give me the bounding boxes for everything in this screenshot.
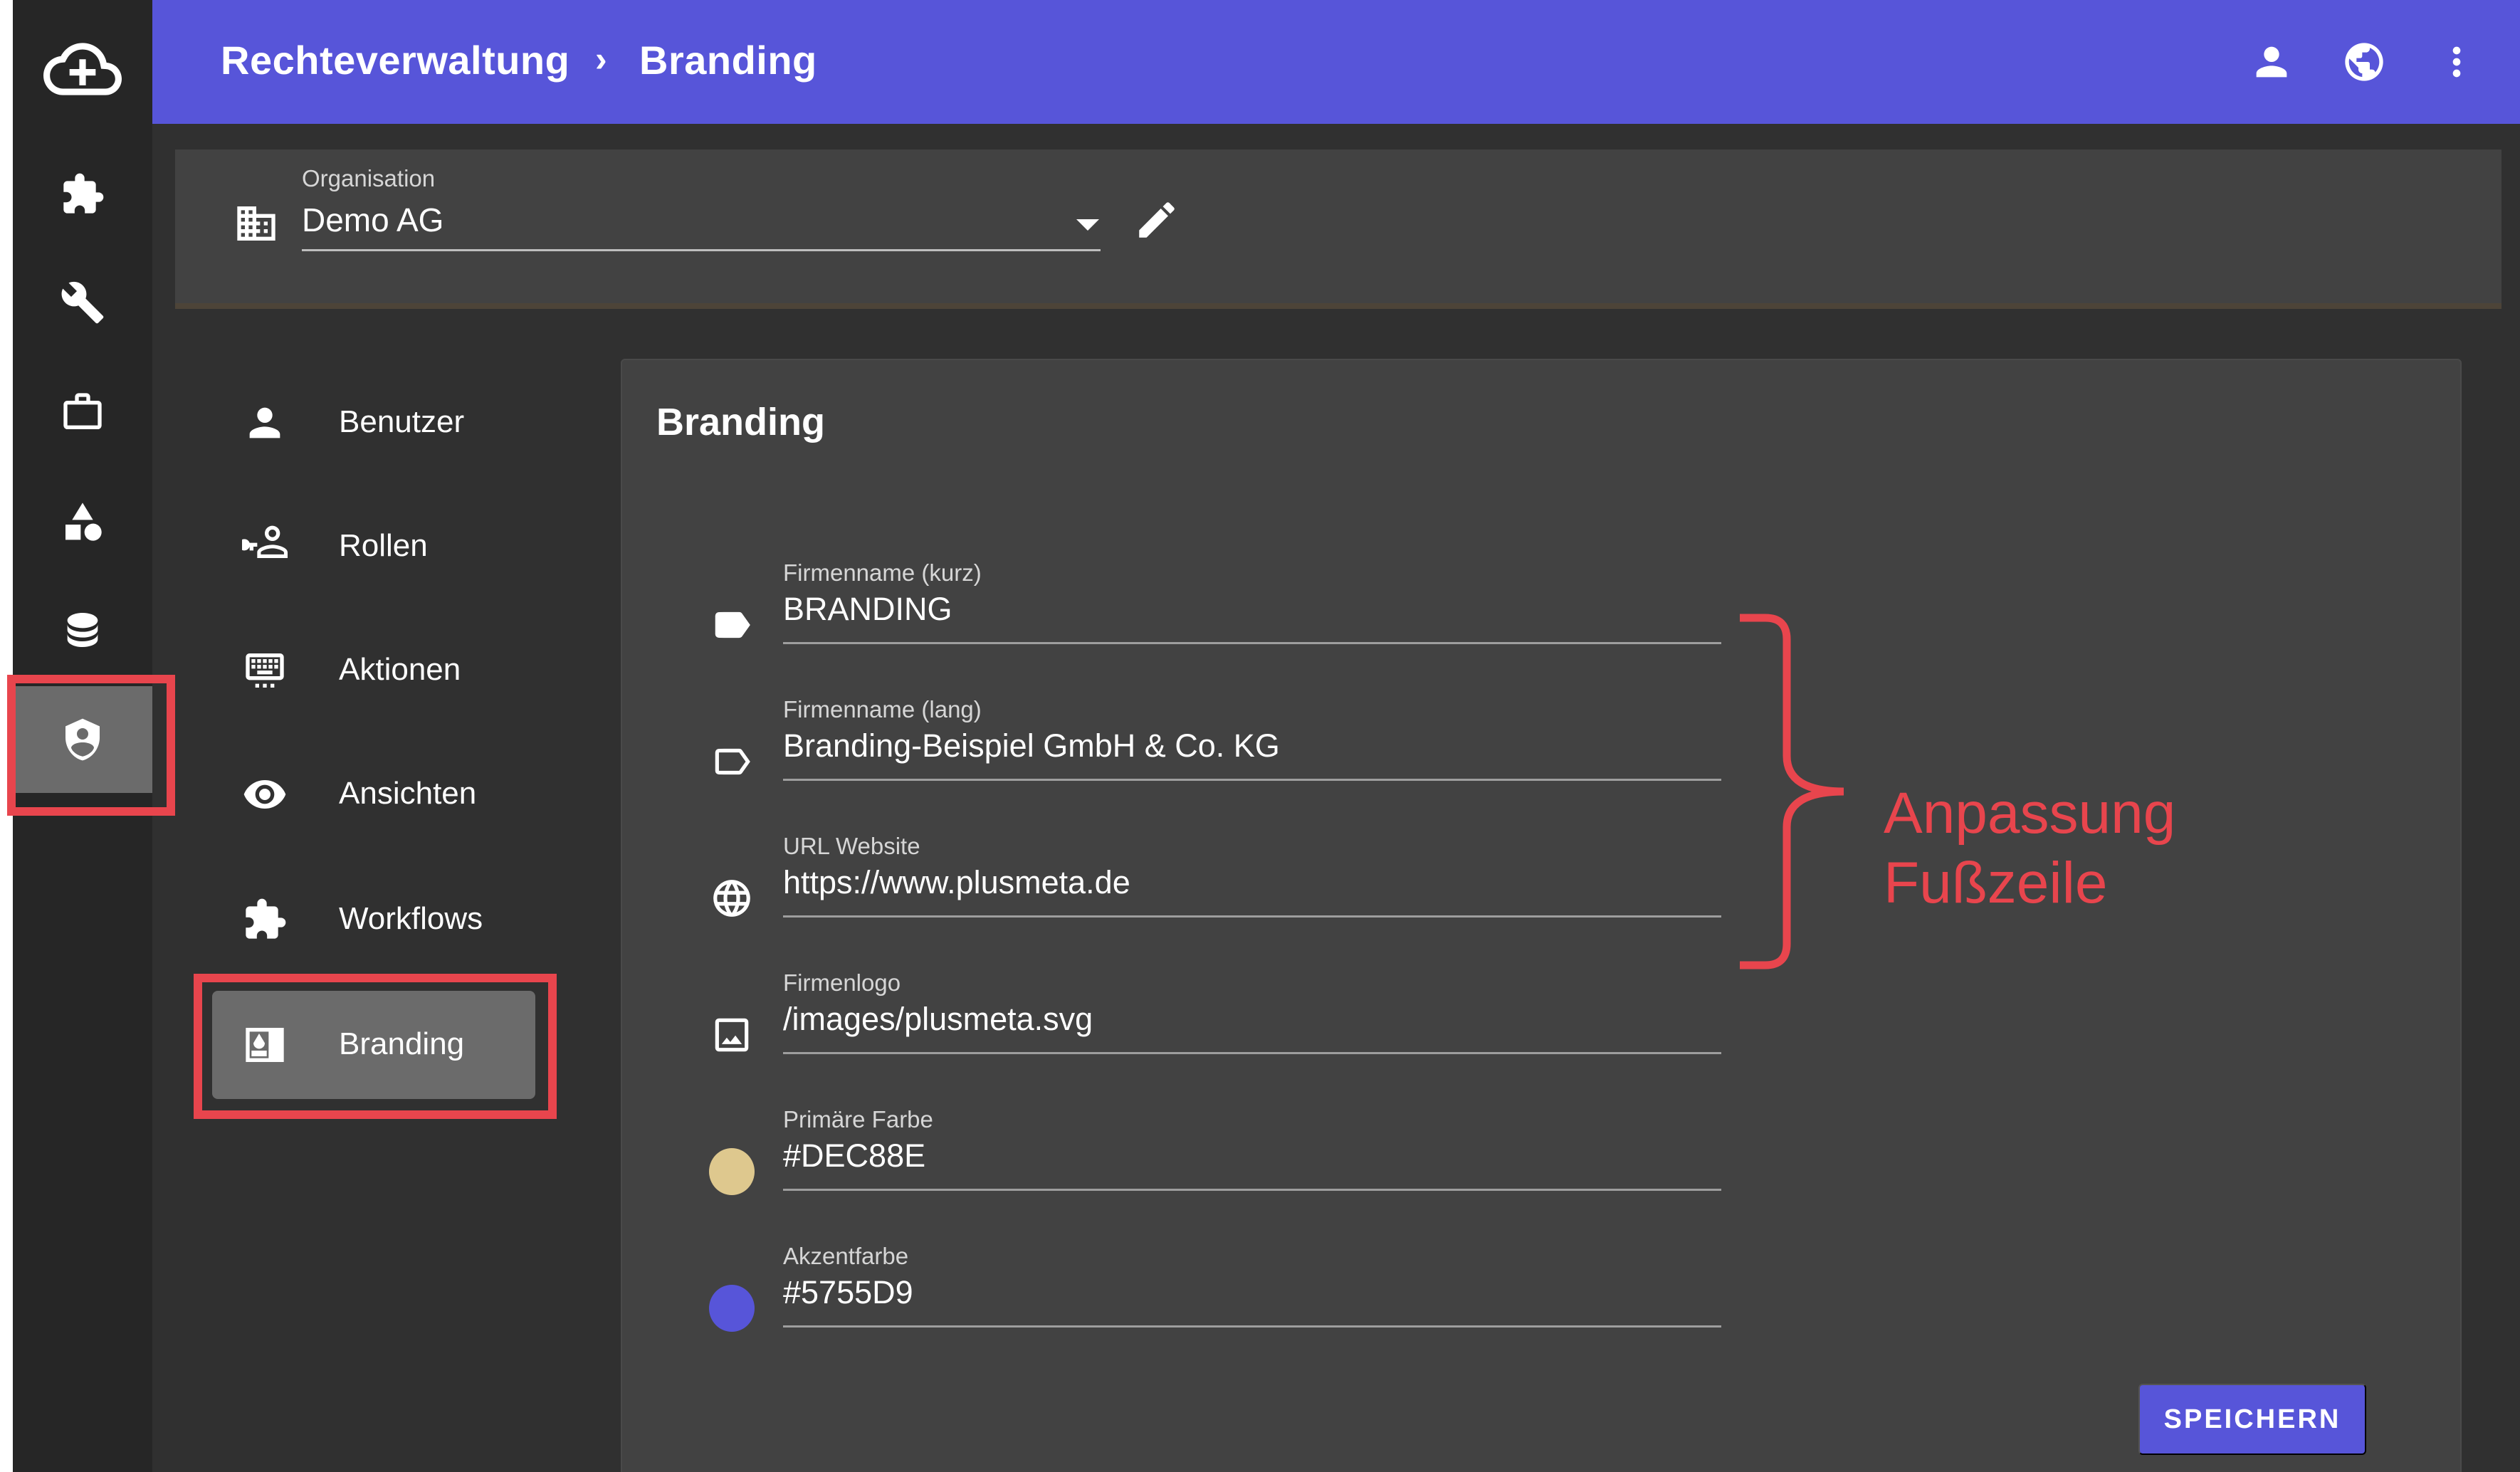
field-firmenname-lang: Firmenname (lang) Branding-Beispiel GmbH… xyxy=(709,696,1763,810)
field-underline xyxy=(783,915,1721,918)
highlight-rail-active xyxy=(7,675,175,816)
account-icon xyxy=(242,400,288,446)
organization-select[interactable]: Demo AG xyxy=(302,201,443,239)
annotation-line: Fußzeile xyxy=(1884,851,2108,915)
field-underline xyxy=(783,1052,1721,1054)
breadcrumb-item-branding: Branding xyxy=(639,38,817,83)
cloud-upload-logo-icon[interactable] xyxy=(13,16,152,122)
database-icon[interactable] xyxy=(13,577,152,683)
field-label: URL Website xyxy=(783,833,920,859)
card-title: Branding xyxy=(656,401,825,443)
field-underline xyxy=(783,779,1721,781)
pencil-icon[interactable] xyxy=(1133,196,1180,243)
label-outline-icon xyxy=(709,739,755,784)
breadcrumb-item-rechteverwaltung[interactable]: Rechteverwaltung xyxy=(221,37,569,83)
field-primaere-farbe: Primäre Farbe #DEC88E xyxy=(709,1106,1763,1220)
puzzle-icon[interactable] xyxy=(13,141,152,248)
organization-underline xyxy=(302,249,1101,251)
wrench-icon[interactable] xyxy=(13,249,152,356)
account-icon[interactable] xyxy=(2247,37,2296,87)
curly-brace-icon xyxy=(1740,614,1844,969)
account-key-icon xyxy=(238,524,288,569)
field-label: Primäre Farbe xyxy=(783,1106,933,1132)
divider xyxy=(175,303,2501,309)
briefcase-icon[interactable] xyxy=(13,359,152,466)
breadcrumb-separator: › xyxy=(595,39,607,79)
menu-item-label: Workflows xyxy=(339,901,483,936)
firmenlogo-input[interactable]: /images/plusmeta.svg xyxy=(783,1001,1093,1038)
menu-item-aktionen[interactable]: Aktionen xyxy=(212,616,535,725)
annotation-text: Anpassung Fußzeile xyxy=(1884,779,2175,918)
image-icon xyxy=(709,1012,755,1058)
field-firmenlogo: Firmenlogo /images/plusmeta.svg xyxy=(709,969,1763,1083)
menu-item-label: Rollen xyxy=(339,528,428,563)
field-label: Akzentfarbe xyxy=(783,1243,909,1269)
menu-item-label: Benutzer xyxy=(339,404,465,439)
menu-item-label: Aktionen xyxy=(339,652,461,687)
keyboard-icon xyxy=(242,648,288,693)
puzzle-icon xyxy=(242,897,288,942)
field-label: Firmenname (lang) xyxy=(783,696,982,722)
menu-item-benutzer[interactable]: Benutzer xyxy=(212,369,535,477)
field-url-website: URL Website https://www.plusmeta.de xyxy=(709,833,1763,947)
field-akzentfarbe: Akzentfarbe #5755D9 xyxy=(709,1243,1763,1357)
field-label: Firmenlogo xyxy=(783,969,901,996)
color-swatch[interactable] xyxy=(709,1148,755,1195)
menu-item-workflows[interactable]: Workflows xyxy=(212,866,535,974)
organization-label: Organisation xyxy=(302,165,436,191)
firmenname-lang-input[interactable]: Branding-Beispiel GmbH & Co. KG xyxy=(783,727,1280,764)
shapes-icon[interactable] xyxy=(13,468,152,575)
save-button[interactable]: SPEICHERN xyxy=(2138,1384,2366,1455)
app-window: Rechteverwaltung › Branding Organisation… xyxy=(13,0,2520,1472)
akzentfarbe-input[interactable]: #5755D9 xyxy=(783,1274,913,1311)
url-website-input[interactable]: https://www.plusmeta.de xyxy=(783,864,1130,901)
domain-icon xyxy=(233,201,279,246)
field-underline xyxy=(783,642,1721,644)
annotation-line: Anpassung xyxy=(1884,781,2176,846)
label-icon xyxy=(709,602,755,648)
globe-icon[interactable] xyxy=(2339,37,2389,87)
menu-item-ansichten[interactable]: Ansichten xyxy=(212,740,535,848)
organization-panel: Organisation Demo AG xyxy=(175,149,2501,305)
menu-item-label: Ansichten xyxy=(339,776,477,811)
firmenname-kurz-input[interactable]: BRANDING xyxy=(783,591,952,628)
field-firmenname-kurz: Firmenname (kurz) BRANDING xyxy=(709,559,1763,673)
highlight-menu-branding xyxy=(194,974,557,1119)
top-app-bar: Rechteverwaltung › Branding xyxy=(152,0,2520,124)
field-underline xyxy=(783,1189,1721,1191)
chevron-down-icon[interactable] xyxy=(1076,219,1099,231)
eye-icon xyxy=(242,772,288,817)
menu-item-rollen[interactable]: Rollen xyxy=(212,493,535,601)
primaere-farbe-input[interactable]: #DEC88E xyxy=(783,1137,925,1174)
field-label: Firmenname (kurz) xyxy=(783,559,982,586)
web-icon xyxy=(709,876,755,921)
branding-card: Branding Firmenname (kurz) BRANDING Firm… xyxy=(621,359,2462,1472)
more-vert-icon[interactable] xyxy=(2432,37,2482,87)
field-underline xyxy=(783,1325,1721,1328)
color-swatch[interactable] xyxy=(709,1285,755,1332)
